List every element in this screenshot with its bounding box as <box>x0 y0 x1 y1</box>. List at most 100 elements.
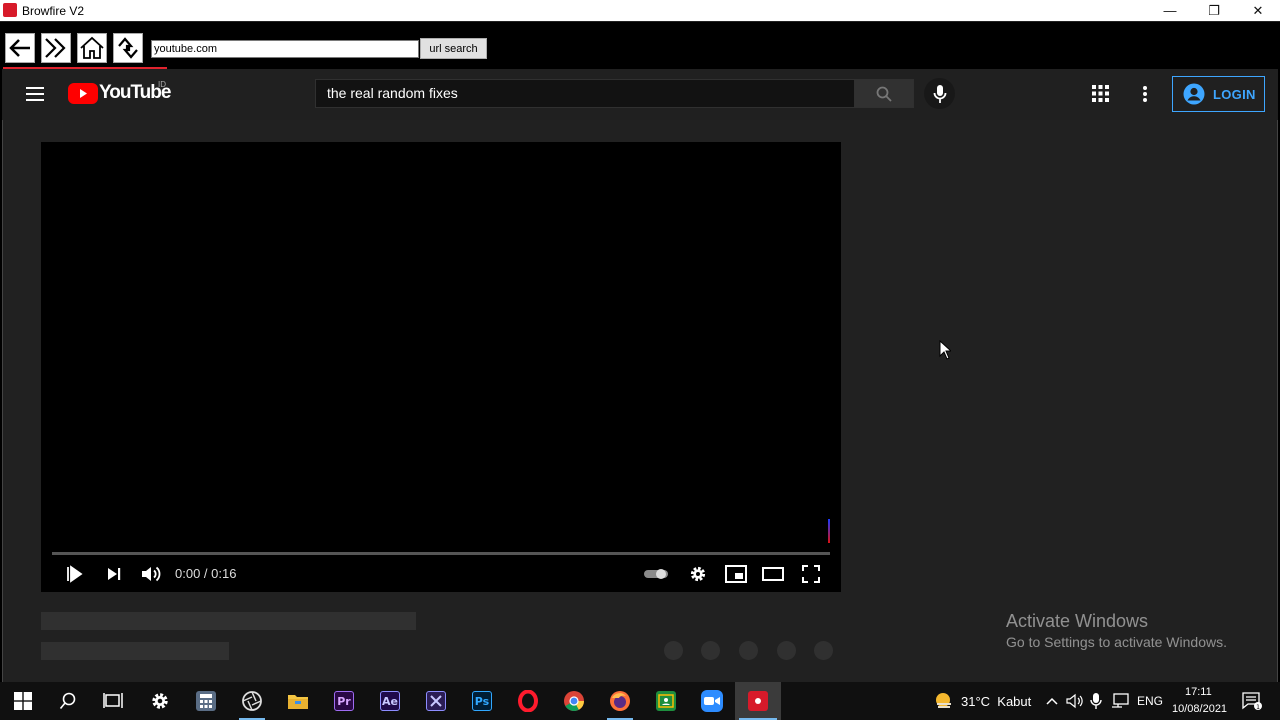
theater-mode-icon <box>762 567 784 581</box>
youtube-apps-button[interactable] <box>1090 83 1111 104</box>
action-skeleton <box>701 641 720 660</box>
taskbar-app-premiere[interactable]: Pr <box>321 682 367 720</box>
aperture-icon <box>242 691 262 711</box>
show-hidden-icons-chevron-icon[interactable] <box>1045 695 1059 707</box>
taskbar-app-opera[interactable] <box>505 682 551 720</box>
progress-bar[interactable] <box>52 552 830 555</box>
photoshop-icon: Ps <box>472 691 492 711</box>
premiere-icon: Pr <box>334 691 354 711</box>
gear-icon <box>690 566 706 582</box>
restore-button[interactable]: ❐ <box>1192 0 1236 21</box>
forward-button[interactable] <box>41 33 71 63</box>
play-button[interactable] <box>62 562 86 586</box>
taskbar-app-firefox[interactable] <box>597 682 643 720</box>
taskbar-app-davinci[interactable] <box>229 682 275 720</box>
mute-button[interactable] <box>138 562 164 586</box>
microphone-icon[interactable] <box>1090 692 1102 710</box>
clock-time[interactable]: 17:11 <box>1185 686 1212 698</box>
account-circle-icon <box>1183 83 1205 105</box>
vertical-dots-icon <box>1143 85 1147 102</box>
back-button[interactable] <box>5 33 35 63</box>
fullscreen-icon <box>802 565 820 583</box>
search-button[interactable] <box>854 79 914 108</box>
taskbar-app-settings[interactable] <box>137 682 183 720</box>
firefox-icon <box>610 691 630 711</box>
start-button[interactable] <box>0 682 46 720</box>
theater-mode-button[interactable] <box>760 562 786 586</box>
youtube-logo-icon[interactable] <box>68 83 98 104</box>
apps-grid-icon <box>1092 85 1109 102</box>
settings-more-button[interactable] <box>1137 83 1153 104</box>
taskbar-app-browfire[interactable] <box>735 682 781 720</box>
play-icon <box>67 565 83 583</box>
gear-icon <box>152 693 168 709</box>
taskbar-app-media-encoder[interactable] <box>413 682 459 720</box>
search-icon <box>59 692 76 710</box>
volume-icon[interactable] <box>1066 692 1084 710</box>
miniplayer-button[interactable] <box>723 562 749 586</box>
after-effects-icon: Ae <box>380 691 400 711</box>
action-skeleton <box>777 641 796 660</box>
home-button[interactable] <box>77 33 107 63</box>
video-artifact <box>828 519 830 543</box>
folder-icon <box>288 695 308 709</box>
taskbar-app-after-effects[interactable]: Ae <box>367 682 413 720</box>
browfire-app-icon <box>3 3 17 17</box>
window-titlebar <box>0 0 1280 21</box>
play-triangle-icon <box>80 89 87 98</box>
home-icon <box>80 36 104 59</box>
taskbar-app-calculator[interactable] <box>183 682 229 720</box>
taskbar-app-classroom[interactable] <box>643 682 689 720</box>
action-skeleton <box>814 641 833 660</box>
opera-icon <box>518 690 538 712</box>
taskbar-search-button[interactable] <box>45 682 91 720</box>
voice-search-button[interactable] <box>924 78 955 109</box>
taskbar-app-zoom[interactable] <box>689 682 735 720</box>
login-label: LOGIN <box>1213 86 1256 102</box>
refresh-icon <box>118 37 138 59</box>
autoplay-toggle[interactable] <box>642 562 670 586</box>
search-icon <box>876 86 892 102</box>
network-icon[interactable] <box>1111 693 1129 709</box>
next-button[interactable] <box>102 562 126 586</box>
chrome-icon <box>564 691 584 712</box>
time-display: 0:00 / 0:16 <box>175 566 237 581</box>
url-search-button[interactable]: url search <box>420 38 487 59</box>
taskbar-app-file-explorer[interactable] <box>275 682 321 720</box>
task-view-icon <box>103 693 123 708</box>
volume-icon <box>142 566 161 582</box>
taskbar-app-chrome[interactable] <box>551 682 597 720</box>
video-player[interactable] <box>41 142 841 592</box>
browfire-icon <box>748 691 768 711</box>
task-view-button[interactable] <box>90 682 136 720</box>
windows-logo-icon <box>14 692 32 710</box>
calculator-icon <box>196 691 216 711</box>
title-skeleton <box>41 612 416 630</box>
forward-double-chevron-icon <box>45 38 66 58</box>
taskbar-app-photoshop[interactable]: Ps <box>459 682 505 720</box>
autoplay-toggle-icon <box>644 569 668 579</box>
activate-windows-title: Activate Windows <box>1006 611 1149 631</box>
minimize-button[interactable]: — <box>1148 0 1192 21</box>
fullscreen-button[interactable] <box>798 562 824 586</box>
svg-text:1: 1 <box>1256 704 1260 711</box>
back-arrow-icon <box>9 39 30 57</box>
input-language[interactable]: ENG <box>1137 694 1163 708</box>
action-center-notification-icon[interactable]: 1 <box>1242 691 1262 711</box>
hamburger-menu-icon <box>26 87 44 101</box>
login-button[interactable]: LOGIN <box>1172 76 1265 112</box>
clock-date[interactable]: 10/08/2021 <box>1172 703 1227 715</box>
action-skeleton <box>664 641 683 660</box>
action-skeleton <box>739 641 758 660</box>
classroom-icon <box>656 691 676 711</box>
region-code: ID <box>158 80 166 89</box>
url-input[interactable] <box>151 40 419 58</box>
microphone-icon <box>933 84 946 103</box>
info-skeleton <box>41 642 229 660</box>
search-query-text[interactable]: the real random fixes <box>327 85 458 101</box>
refresh-button[interactable] <box>113 33 143 63</box>
guide-menu-button[interactable] <box>24 83 46 105</box>
weather-widget[interactable]: 31°C Kabut <box>961 694 1031 709</box>
close-button[interactable]: ✕ <box>1236 0 1280 21</box>
player-settings-button[interactable] <box>686 562 710 586</box>
